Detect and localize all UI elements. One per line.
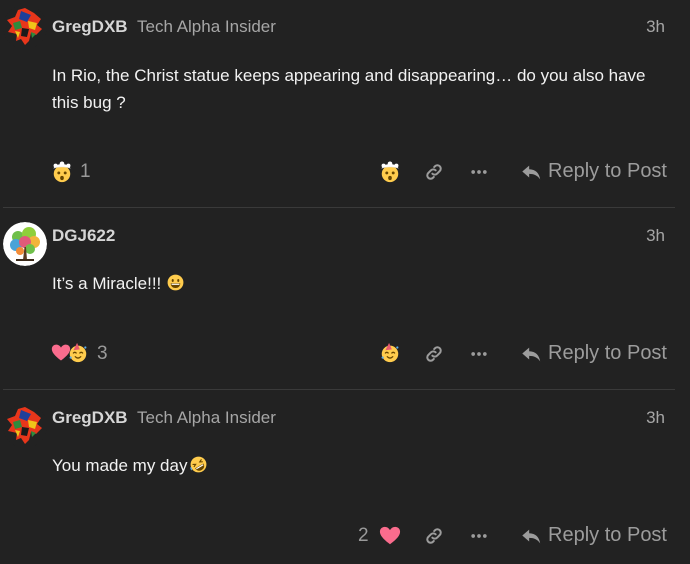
post-body: You made my day bbox=[52, 452, 652, 479]
user-title: Tech Alpha Insider bbox=[137, 17, 276, 36]
user-avatar[interactable] bbox=[3, 222, 47, 266]
post-actions: 3 Reply to Post bbox=[0, 339, 690, 369]
user-title: Tech Alpha Insider bbox=[137, 408, 276, 427]
username[interactable]: DGJ622 bbox=[52, 226, 115, 246]
exploding-head-icon[interactable] bbox=[51, 161, 73, 183]
reply-icon bbox=[520, 161, 542, 183]
username[interactable]: GregDXB bbox=[52, 408, 128, 428]
partying-face-icon[interactable] bbox=[67, 342, 89, 364]
post-body: It’s a Miracle!!! bbox=[52, 270, 652, 297]
reply-icon bbox=[520, 525, 542, 547]
link-icon[interactable] bbox=[424, 526, 444, 546]
like-count[interactable]: 2 bbox=[358, 525, 369, 547]
exploding-head-react-icon[interactable] bbox=[379, 161, 401, 183]
post-date[interactable]: 3h bbox=[646, 226, 665, 246]
post-text: It’s a Miracle!!! bbox=[52, 274, 162, 293]
more-icon[interactable] bbox=[469, 526, 489, 546]
link-icon[interactable] bbox=[424, 162, 444, 182]
post-text: You made my day bbox=[52, 456, 188, 475]
like-heart-icon[interactable] bbox=[379, 525, 401, 547]
post-date[interactable]: 3h bbox=[646, 17, 665, 37]
post-actions: 1 Reply to Post bbox=[0, 158, 690, 188]
user-avatar[interactable] bbox=[3, 404, 47, 448]
reply-button[interactable]: Reply to Post bbox=[520, 342, 667, 365]
post-date[interactable]: 3h bbox=[646, 408, 665, 428]
post-3: GregDXB Tech Alpha Insider 3h You made m… bbox=[0, 390, 690, 564]
more-icon[interactable] bbox=[469, 344, 489, 364]
link-icon[interactable] bbox=[424, 344, 444, 364]
more-icon[interactable] bbox=[469, 162, 489, 182]
partying-face-react-icon[interactable] bbox=[379, 342, 401, 364]
user-avatar[interactable] bbox=[3, 5, 47, 49]
post-body: In Rio, the Christ statue keeps appearin… bbox=[52, 66, 646, 112]
reply-label: Reply to Post bbox=[548, 160, 667, 182]
post-1: GregDXB Tech Alpha Insider 3h In Rio, th… bbox=[0, 0, 690, 208]
reply-icon bbox=[520, 343, 542, 365]
reaction-count[interactable]: 1 bbox=[80, 161, 91, 183]
reply-button[interactable]: Reply to Post bbox=[520, 160, 667, 183]
reply-label: Reply to Post bbox=[548, 342, 667, 364]
rolling-laughing-icon bbox=[189, 455, 208, 474]
reply-label: Reply to Post bbox=[548, 524, 667, 546]
post-2: DGJ622 3h It’s a Miracle!!! 3 Reply to P… bbox=[0, 208, 690, 390]
grinning-face-icon bbox=[166, 273, 185, 292]
post-actions: 2 Reply to Post bbox=[0, 521, 690, 551]
username[interactable]: GregDXB bbox=[52, 17, 128, 37]
reply-button[interactable]: Reply to Post bbox=[520, 524, 667, 547]
reaction-count[interactable]: 3 bbox=[97, 343, 108, 365]
